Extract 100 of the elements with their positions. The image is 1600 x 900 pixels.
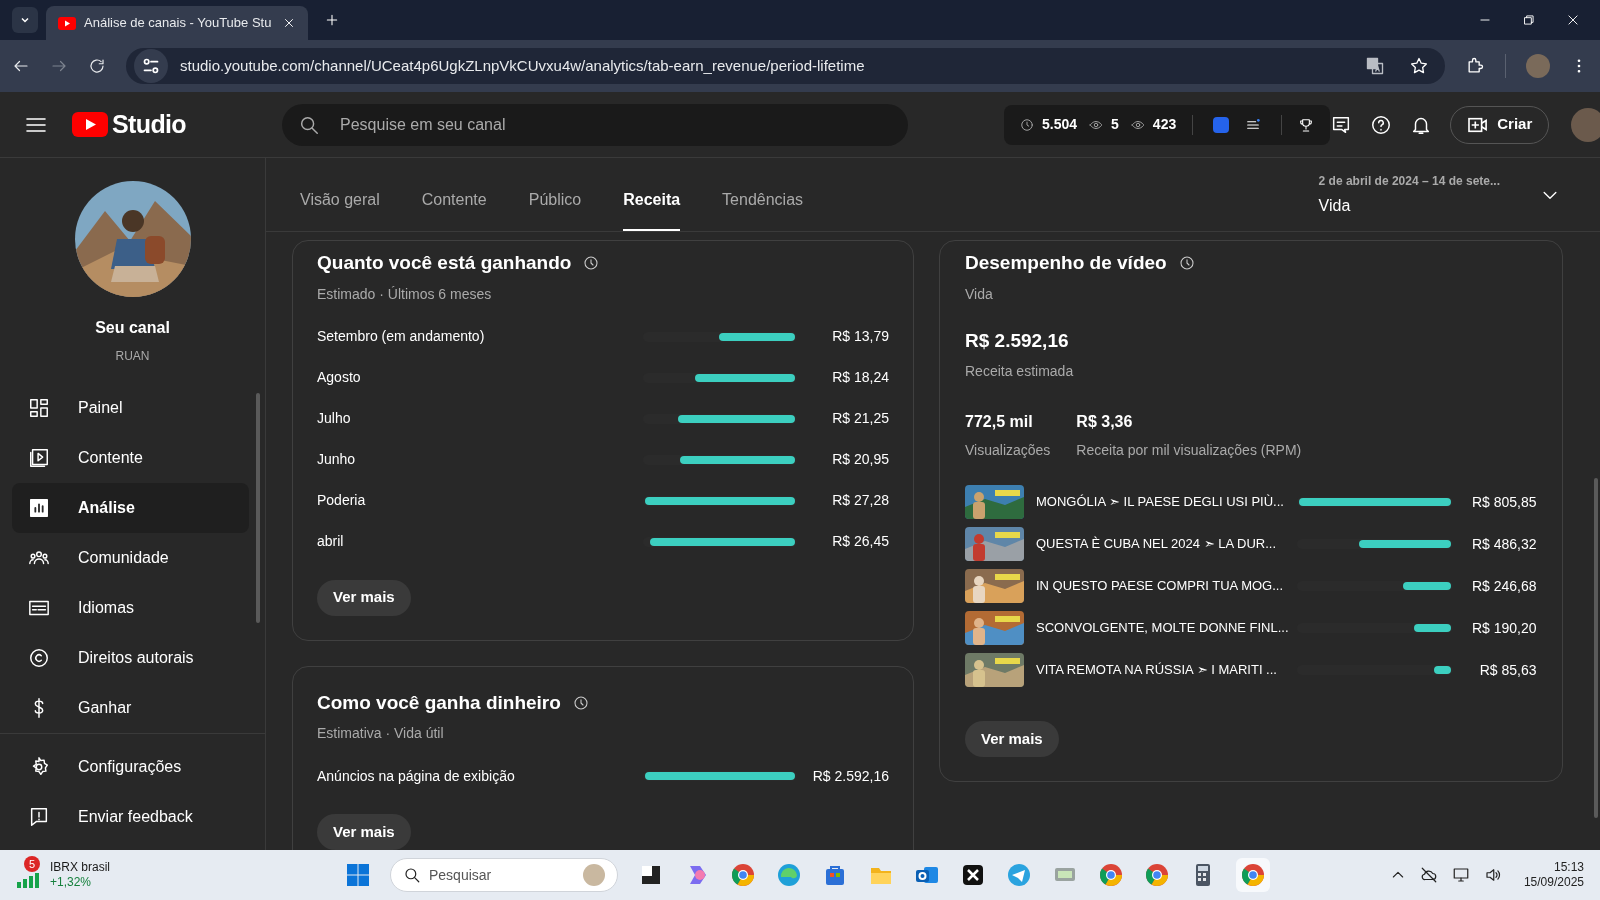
stat-value: 423 [1152, 115, 1177, 134]
metric-label: Receita por mil visualizações (RPM) [1076, 441, 1302, 460]
channel-name: Seu canal [95, 318, 170, 338]
card-title: Quanto você está ganhando [317, 251, 572, 275]
row-value: R$ 246,68 [1470, 576, 1537, 596]
extension-icon[interactable] [1213, 116, 1230, 133]
browser-icon[interactable] [1144, 862, 1170, 888]
translate-icon[interactable] [1365, 56, 1385, 76]
metric-value: R$ 3,36 [1076, 412, 1134, 432]
video-icon [28, 447, 50, 469]
nav-item[interactable]: Contente [12, 433, 249, 483]
browser-tab[interactable]: Análise de canais - YouTube Stu [46, 6, 308, 40]
nav-item[interactable]: Enviar feedback [12, 792, 249, 842]
camera-plus-icon [1467, 115, 1490, 134]
site-settings-icon[interactable] [134, 49, 168, 83]
cut-icon[interactable] [960, 862, 986, 888]
tab[interactable]: Público [528, 171, 582, 231]
tab[interactable]: Visão geral [300, 171, 380, 231]
clock-icon [1020, 117, 1034, 132]
nav-item[interactable]: Configurações [12, 742, 249, 792]
feedback-icon [28, 806, 50, 828]
channel-handle: RUAN [115, 348, 150, 365]
row-value: R$ 27,28 [831, 491, 889, 510]
address-bar[interactable]: studio.youtube.com/channel/UCeat4p6UgkZLnpVkCUvxu4w/analytics/tab-earn_revenue/period-lifetime [126, 48, 1445, 84]
row-value: R$ 85,63 [1478, 660, 1537, 680]
stat-value: 5 [1111, 115, 1119, 134]
card-subtitle: Estimado · Últimos 6 meses [317, 284, 493, 304]
see-more-button[interactable]: Ver mais [965, 721, 1059, 757]
windows-icon[interactable] [346, 863, 370, 887]
paper-plane-icon[interactable] [1006, 862, 1032, 888]
row-value: R$ 805,85 [1470, 492, 1537, 512]
row-label: Poderia [317, 491, 367, 510]
nav-item[interactable]: Comunidade [12, 533, 249, 583]
clock[interactable]: 15:13 15/09/2025 [1523, 860, 1584, 890]
row-label: Agosto [317, 368, 362, 387]
play-logo-icon[interactable] [72, 112, 108, 137]
tab[interactable]: Receita [623, 171, 681, 231]
card-subtitle: Vida [965, 284, 994, 304]
restore-icon[interactable] [1522, 13, 1536, 27]
row-value: R$ 2.592,16 [811, 766, 889, 786]
logo-text: Studio [112, 108, 186, 140]
widget-change: +1,32% [50, 875, 93, 890]
search-field[interactable]: Pesquise em seu canal [282, 103, 908, 146]
see-more-button[interactable]: Ver mais [317, 814, 411, 850]
close-icon[interactable] [282, 16, 296, 30]
video-title[interactable]: IN QUESTO PAESE COMPRI TUA MOG... [1036, 576, 1289, 596]
copyright-icon [28, 647, 50, 669]
notification-badge: 5 [24, 856, 40, 872]
browser-icon[interactable] [730, 862, 756, 888]
video-title[interactable]: VITA REMOTA NA RÚSSIA ➣ I MARITI ... [1036, 660, 1289, 680]
nav-item[interactable]: Ganhar [12, 683, 249, 733]
card-title: Desempenho de vídeo [965, 251, 1167, 275]
bar-chart-icon [28, 497, 50, 519]
row-label: Julho [317, 409, 352, 428]
row-value: R$ 26,45 [831, 532, 889, 551]
reload-icon[interactable] [88, 57, 106, 75]
row-value: R$ 13,79 [831, 327, 889, 346]
help-icon[interactable] [1370, 113, 1393, 136]
row-value: R$ 190,20 [1470, 618, 1537, 638]
tab[interactable]: Tendências [722, 171, 804, 231]
card-subtitle: Estimativa · Vida útil [317, 724, 445, 743]
new-tab-icon[interactable] [324, 12, 340, 28]
row-value: R$ 18,24 [831, 368, 889, 387]
nav-item[interactable]: Idiomas [12, 583, 249, 633]
video-title[interactable]: SCONVOLGENTE, MOLTE DONNE FINL... [1036, 618, 1289, 638]
history-icon[interactable] [572, 694, 589, 711]
history-icon[interactable] [583, 255, 600, 272]
tab[interactable]: Contente [421, 171, 487, 231]
browser-icon[interactable] [1098, 862, 1124, 888]
trophy-icon[interactable] [1298, 116, 1315, 133]
url-text: studio.youtube.com/channel/UCeat4p6UgkZLnpVkCUvxu4w/analytics/tab-earn_revenue/period-lifetime [180, 55, 866, 76]
video-title[interactable]: QUESTA È CUBA NEL 2024 ➣ LA DUR... [1036, 534, 1289, 554]
metric-label: Visualizações [965, 441, 1051, 460]
row-value: R$ 486,32 [1470, 534, 1537, 554]
nav-item[interactable]: Painel [12, 383, 249, 433]
cloud-off-icon[interactable] [1419, 866, 1438, 884]
video-title[interactable]: MONGÓLIA ➣ IL PAESE DEGLI USI PIÙ... [1036, 492, 1289, 512]
metric-value: 772,5 mil [965, 412, 1034, 432]
see-more-button[interactable]: Ver mais [317, 579, 411, 616]
star-icon[interactable] [1409, 56, 1429, 76]
taskbar-search[interactable]: Pesquisar [390, 858, 618, 892]
card-title: Como você ganha dinheiro [317, 690, 561, 715]
history-icon[interactable] [1178, 255, 1195, 272]
nav-item[interactable]: Análise [12, 483, 249, 533]
speaker-icon[interactable] [1483, 866, 1502, 884]
play-logo-icon [58, 16, 76, 30]
widget-title: IBRX brasil [50, 860, 111, 875]
nav-item[interactable]: Direitos autorais [12, 633, 249, 683]
grid-icon [28, 397, 50, 419]
row-label: Junho [317, 450, 357, 469]
row-label: Setembro (em andamento) [317, 327, 486, 346]
row-value: R$ 21,25 [831, 409, 889, 428]
metric-label: Receita estimada [965, 362, 1075, 381]
monitor-icon[interactable] [1451, 866, 1470, 884]
period-selector[interactable]: 2 de abril de 2024 – 14 de sete... Vida [1318, 171, 1560, 218]
close-icon[interactable] [1566, 13, 1580, 27]
row-label: Anúncios na página de exibição [317, 766, 516, 786]
signal-bars-icon [16, 872, 40, 888]
browser-icon[interactable] [1236, 858, 1270, 892]
tab-title: Análise de canais - YouTube Stu [84, 14, 273, 33]
